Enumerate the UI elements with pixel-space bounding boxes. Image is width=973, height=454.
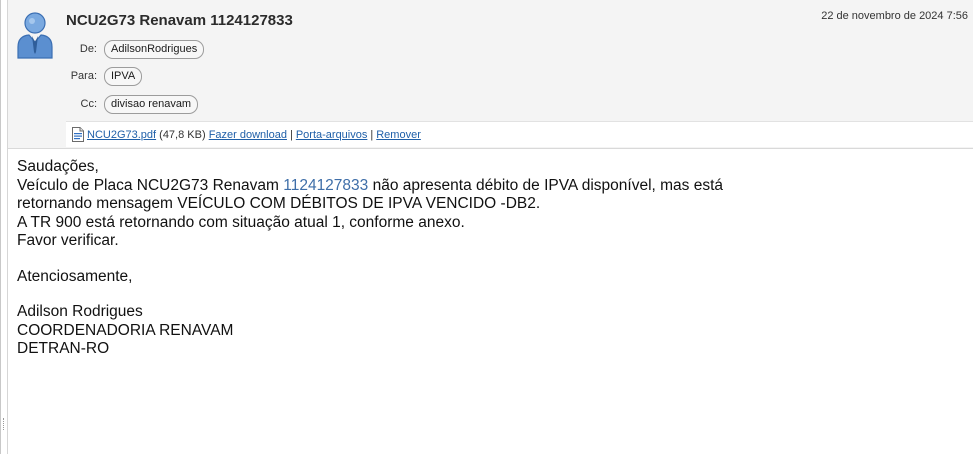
separator: | xyxy=(370,128,374,141)
attachment-bar: NCU2G73.pdf (47,8 KB) Fazer download | P… xyxy=(66,121,973,147)
cc-row: Cc: divisao renavam xyxy=(66,94,199,114)
message-subject: NCU2G73 Renavam 1124127833 xyxy=(66,12,293,29)
resize-grip-icon[interactable] xyxy=(3,418,5,430)
body-greeting: Saudações, xyxy=(17,158,99,175)
body-line-3: A TR 900 está retornando com situação at… xyxy=(17,213,465,231)
body-line-1: Veículo de Placa NCU2G73 Renavam 1124127… xyxy=(17,177,957,196)
signature-organization: DETRAN-RO xyxy=(17,340,110,357)
portfolio-link[interactable]: Porta-arquivos xyxy=(296,129,368,141)
download-link[interactable]: Fazer download xyxy=(209,129,287,141)
left-resize-gutter[interactable] xyxy=(1,0,8,454)
from-label: De: xyxy=(79,43,97,55)
attachment-size: (47,8 KB) xyxy=(156,129,209,141)
from-row: De: AdilsonRodrigues xyxy=(66,39,205,59)
body-line-2: retornando mensagem VEÍCULO COM DÉBITOS … xyxy=(17,195,541,212)
message-header: NCU2G73 Renavam 1124127833 22 de novembr… xyxy=(8,0,973,149)
sender-avatar-icon xyxy=(17,12,53,59)
sender-chip[interactable]: AdilsonRodrigues xyxy=(104,39,205,59)
separator: | xyxy=(289,128,293,141)
signature-name: Adilson Rodrigues xyxy=(17,303,143,320)
signature-department: COORDENADORIA RENAVAM xyxy=(17,321,234,339)
cc-chip[interactable]: divisao renavam xyxy=(104,94,199,114)
renavam-number-link[interactable]: 1124127833 xyxy=(283,177,368,194)
attachment-size-text: (47,8 KB) xyxy=(159,128,206,141)
body-closing: Atenciosamente, xyxy=(17,267,133,285)
pdf-file-icon xyxy=(72,127,84,142)
remove-link[interactable]: Remover xyxy=(376,129,421,141)
cc-label: Cc: xyxy=(80,98,98,110)
recipient-chip[interactable]: IPVA xyxy=(104,66,143,86)
body-line-4: Favor verificar. xyxy=(17,232,119,249)
message-body[interactable]: Saudações, Veículo de Placa NCU2G73 Rena… xyxy=(17,158,957,359)
body-line-1-end: não apresenta débito de IPVA disponível,… xyxy=(368,176,724,194)
email-reader-window: NCU2G73 Renavam 1124127833 22 de novembr… xyxy=(0,0,973,454)
attachment-filename-link[interactable]: NCU2G73.pdf xyxy=(87,129,156,141)
message-datetime: 22 de novembro de 2024 7:56 xyxy=(821,10,968,22)
body-line-1-start: Veículo de Placa NCU2G73 Renavam xyxy=(17,176,284,194)
to-label: Para: xyxy=(70,70,97,82)
to-row: Para: IPVA xyxy=(66,66,143,86)
